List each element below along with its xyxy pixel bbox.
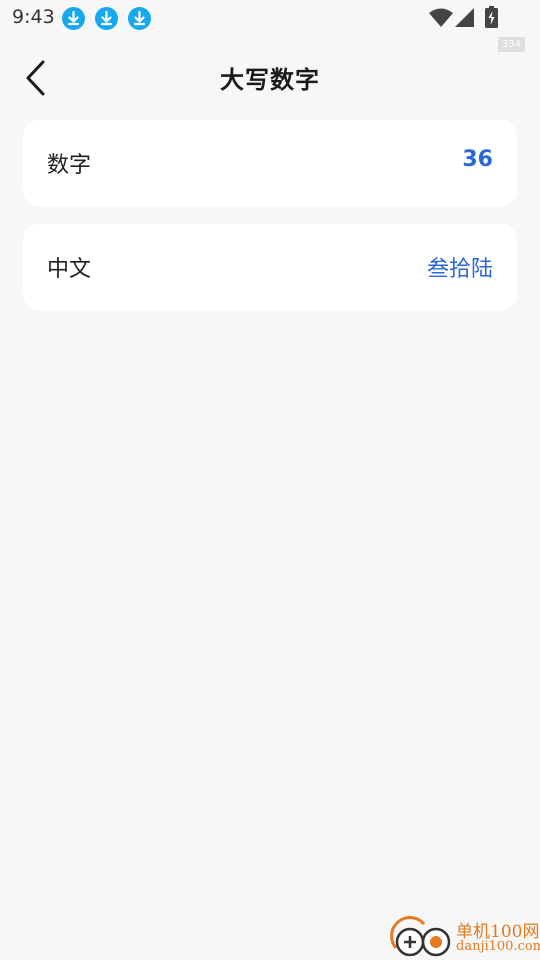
chinese-label: 中文	[47, 257, 92, 282]
number-row[interactable]: 数字 36	[23, 120, 517, 206]
number-label: 数字	[47, 153, 92, 178]
watermark-logo	[390, 916, 451, 957]
signal-icon	[455, 8, 474, 27]
chinese-value: 叁拾陆	[426, 257, 493, 282]
watermark: 单机100网 danji100.com	[390, 914, 540, 960]
page-title: 大写数字	[220, 66, 320, 94]
chinese-row[interactable]: 中文 叁拾陆	[23, 224, 517, 310]
download-icon	[62, 7, 85, 30]
number-value: 36	[462, 147, 493, 172]
battery-icon	[485, 6, 498, 28]
status-time: 9:43	[12, 6, 55, 28]
download-icon	[128, 7, 151, 30]
download-icon	[95, 7, 118, 30]
watermark-url: danji100.com	[456, 939, 540, 954]
status-bar: 9:43 334	[0, 0, 540, 52]
wifi-icon	[429, 8, 453, 27]
badge: 334	[498, 37, 525, 52]
